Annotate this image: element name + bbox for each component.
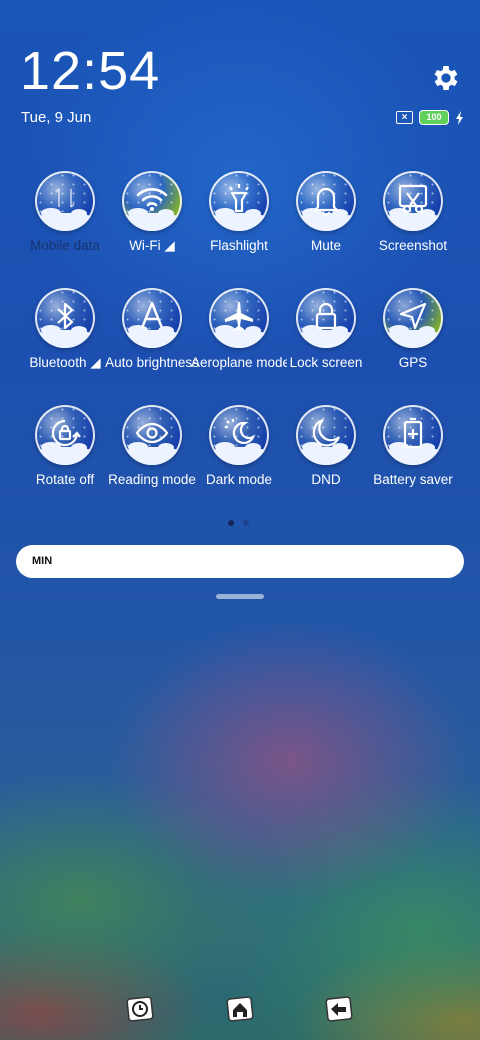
tile-label: Mute (310, 238, 341, 253)
drag-handle[interactable] (216, 594, 264, 599)
page-dot-active (228, 520, 234, 526)
back-arrow-icon (325, 996, 353, 1022)
mobile-data-icon (55, 188, 75, 208)
auto-brightness-icon (140, 301, 164, 329)
lock-icon (315, 302, 337, 330)
tile-wifi[interactable]: Wi-Fi ◢ (104, 171, 200, 254)
rotate-lock-icon (51, 419, 81, 447)
tile-label: DND (311, 472, 341, 487)
gps-icon (399, 302, 427, 330)
tile-mobile-data[interactable]: Mobile data (17, 171, 113, 253)
tile-label: Mobile data (30, 238, 100, 253)
tile-label: Dark mode (205, 472, 273, 487)
battery-indicator: 100 (419, 110, 449, 125)
tile-bluetooth[interactable]: Bluetooth ◢ (17, 288, 113, 371)
tile-label: Wi-Fi ◢ (129, 238, 175, 253)
eye-icon (135, 422, 169, 444)
date[interactable]: Tue, 9 Jun (21, 109, 91, 126)
tile-flashlight[interactable]: Flashlight (191, 171, 287, 253)
tile-label: Screenshot (378, 238, 448, 253)
aeroplane-icon (225, 302, 253, 331)
tile-reading-mode[interactable]: Reading mode (104, 405, 200, 487)
tile-screenshot[interactable]: Screenshot (365, 171, 461, 253)
scissors-icon (398, 184, 428, 214)
tile-label: Auto brightness (105, 355, 199, 370)
tile-rotate-off[interactable]: Rotate off (17, 405, 113, 487)
tile-label: GPS (398, 355, 428, 370)
tile-label: Aeroplane mode (191, 355, 287, 370)
tile-aeroplane[interactable]: Aeroplane mode (191, 288, 287, 370)
tile-auto-brightness[interactable]: Auto brightness (104, 288, 200, 370)
tile-label: Flashlight (210, 238, 268, 253)
home-button[interactable] (225, 996, 255, 1024)
status-icons: × 100 (396, 110, 465, 125)
tile-gps[interactable]: GPS (365, 288, 461, 370)
clock[interactable]: 12:54 (20, 40, 160, 102)
home-icon (226, 996, 254, 1022)
tile-label: Battery saver (373, 472, 453, 487)
wifi-icon (136, 188, 168, 211)
clock-icon (126, 996, 154, 1022)
back-button[interactable] (324, 996, 354, 1024)
tile-battery-saver[interactable]: Battery saver (365, 405, 461, 487)
brightness-min-label: MIN (32, 555, 53, 567)
recents-button[interactable] (126, 996, 156, 1024)
tile-label: Reading mode (108, 472, 196, 487)
battery-saver-icon (403, 417, 423, 449)
page-dot (243, 520, 249, 526)
tile-dark-mode[interactable]: Dark mode (191, 405, 287, 487)
tile-mute[interactable]: Mute (278, 171, 374, 253)
moon-icon (312, 418, 341, 447)
tile-label: Lock screen (289, 355, 363, 370)
tile-lock-screen[interactable]: Lock screen (278, 288, 374, 370)
bell-icon (313, 187, 339, 217)
dark-mode-icon (225, 419, 256, 444)
bluetooth-icon (57, 302, 74, 330)
bolt-icon (456, 110, 463, 125)
page-indicator (228, 520, 249, 526)
flashlight-icon (229, 184, 249, 213)
gear-icon[interactable] (430, 62, 462, 94)
tile-label: Bluetooth ◢ (29, 355, 101, 370)
tile-label: Rotate off (35, 472, 95, 487)
tile-dnd[interactable]: DND (278, 405, 374, 487)
brightness-slider[interactable]: MIN (16, 545, 464, 578)
sim-x-icon: × (396, 111, 413, 124)
